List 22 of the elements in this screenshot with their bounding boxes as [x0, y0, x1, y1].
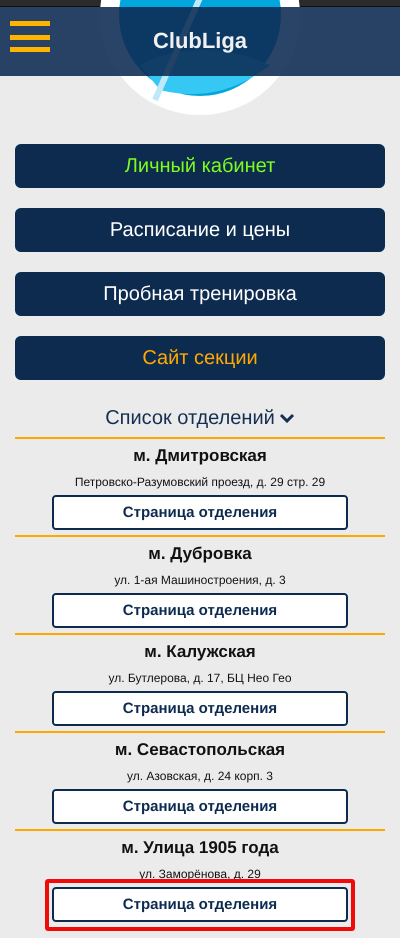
branch-address: ул. Бутлерова, д. 17, БЦ Нео Гео — [108, 670, 292, 686]
station-name: м. Улица 1905 года — [121, 837, 279, 859]
branch-page-button[interactable]: Страница отделения — [52, 691, 348, 726]
section-heading[interactable]: Список отделений — [105, 406, 275, 430]
branch-page-button[interactable]: Страница отделения — [52, 593, 348, 628]
chevron-icon[interactable] — [278, 412, 295, 424]
branch-address: ул. 1-ая Машиностроения, д. 3 — [114, 572, 286, 588]
station-name: м. Севастопольская — [114, 739, 286, 761]
site-title: ClubLiga — [152, 28, 248, 54]
menu-button[interactable]: Сайт секции — [15, 336, 385, 380]
menu-button[interactable]: Личный кабинет — [15, 144, 385, 188]
menu-icon[interactable] — [10, 21, 50, 52]
branch-address: ул. Азовская, д. 24 корп. 3 — [127, 768, 273, 784]
branch-page-button[interactable]: Страница отделения — [52, 887, 348, 922]
station-name: м. Калужская — [144, 641, 256, 663]
station-name: м. Дубровка — [148, 543, 252, 565]
branch-page-button[interactable]: Страница отделения — [52, 789, 348, 824]
branch-page-button[interactable]: Страница отделения — [52, 495, 348, 530]
station-name: м. Дмитровская — [133, 445, 267, 467]
menu-button[interactable]: Расписание и цены — [15, 208, 385, 252]
menu-button[interactable]: Пробная тренировка — [15, 272, 385, 316]
branch-address: Петровско-Разумовский проезд, д. 29 стр. 29 — [74, 474, 326, 490]
